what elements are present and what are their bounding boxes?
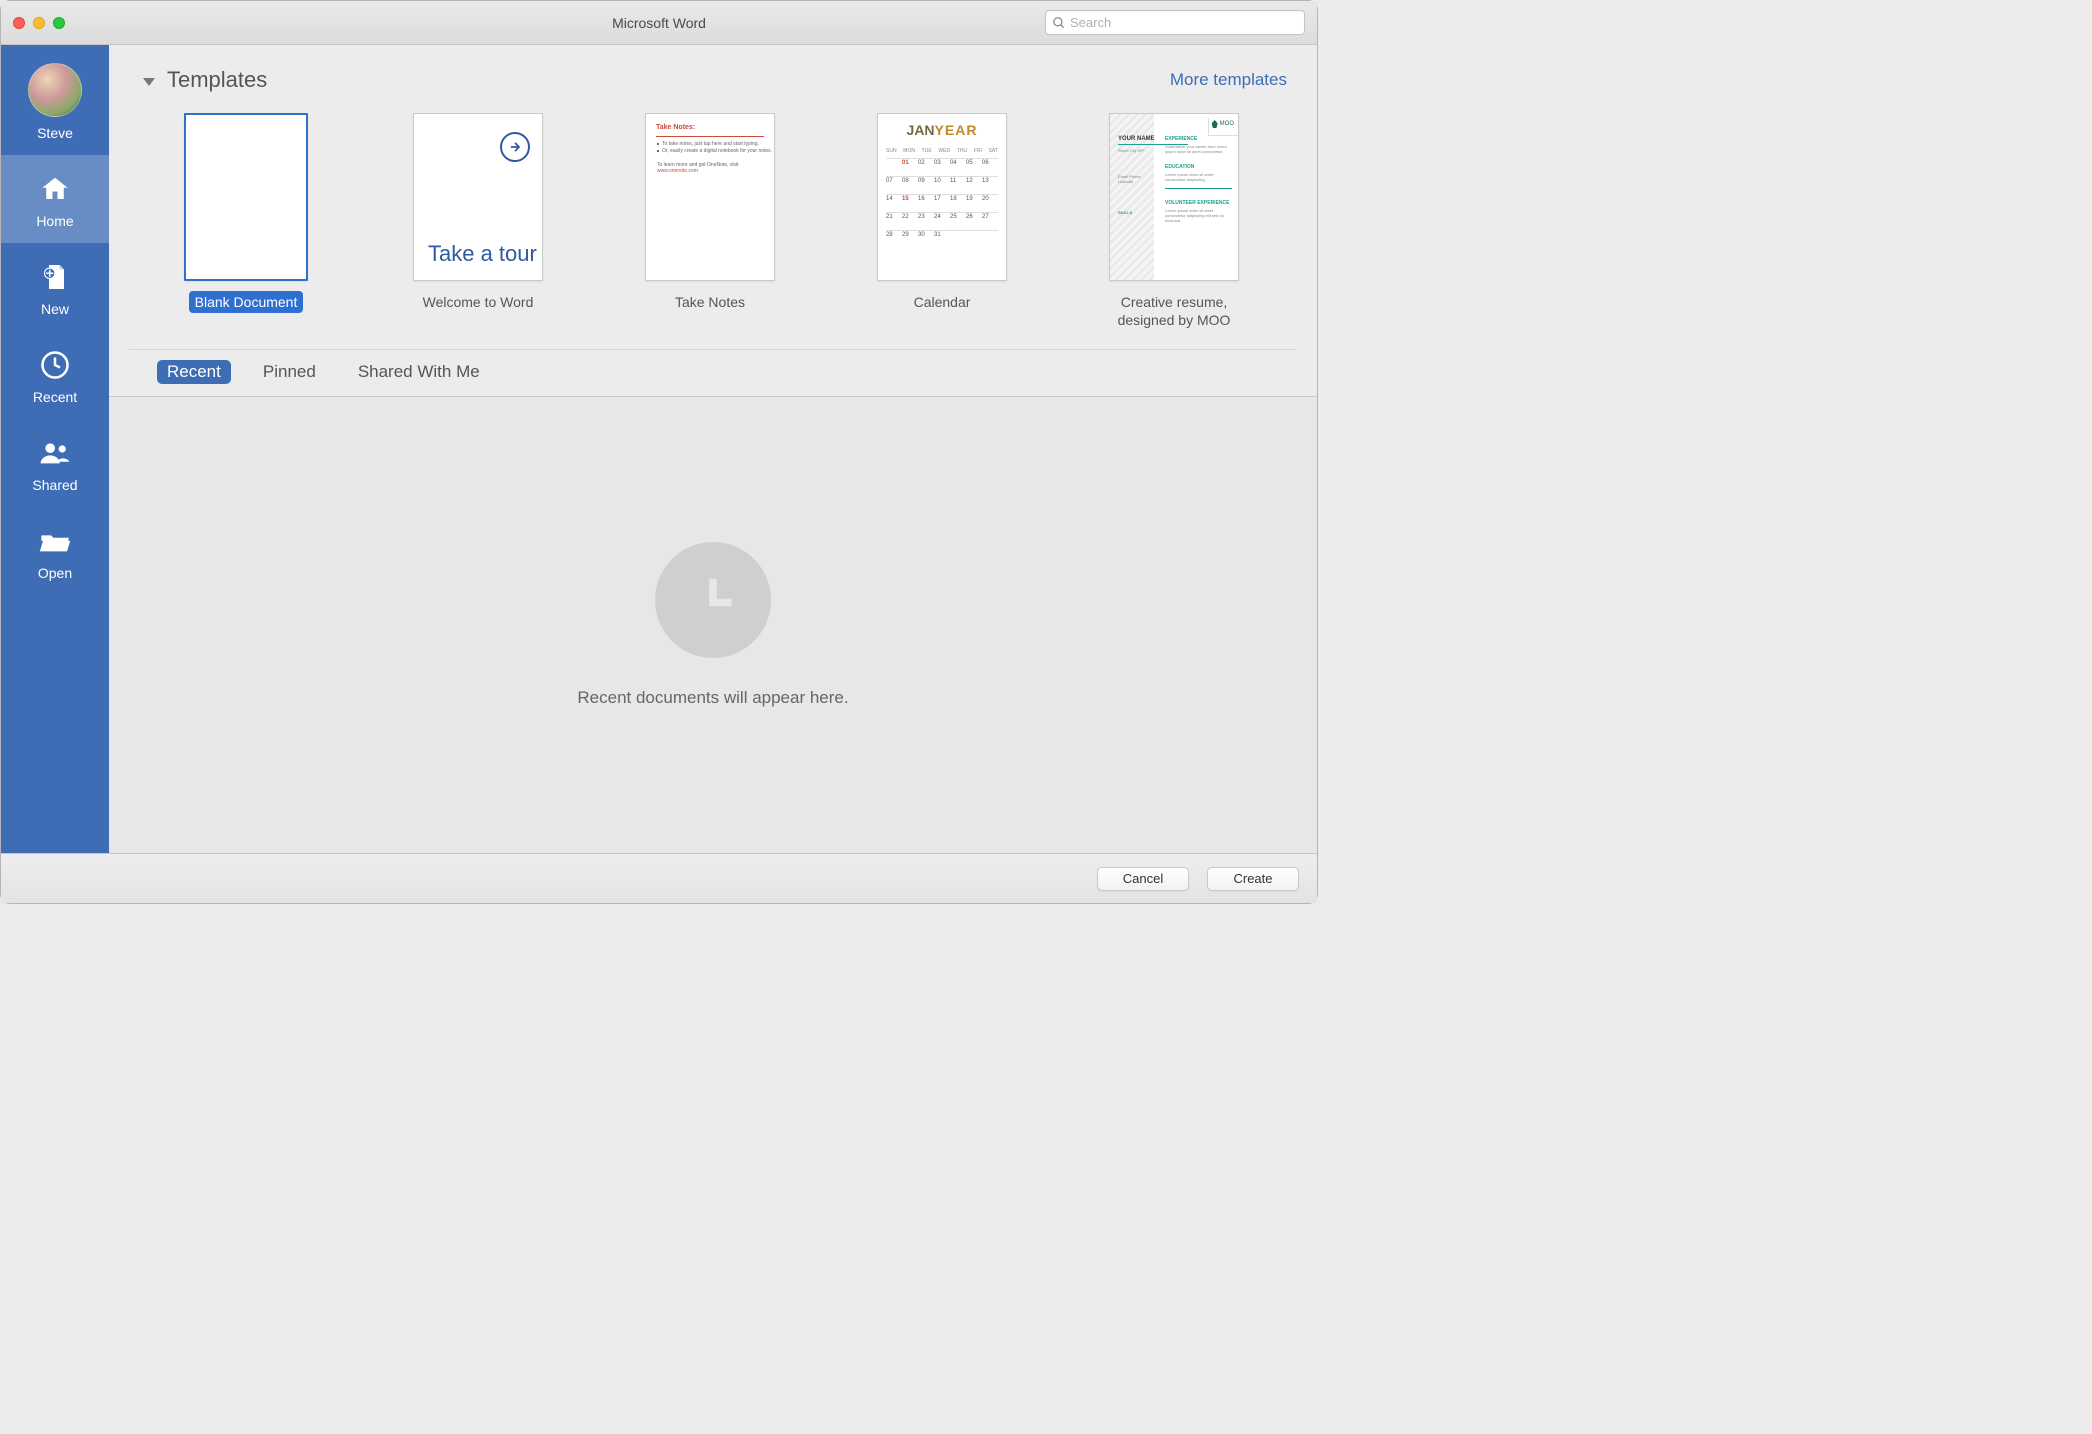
sidebar-item-home[interactable]: Home (1, 155, 109, 243)
sidebar-label-home: Home (36, 213, 73, 229)
search-icon (1052, 16, 1066, 30)
sidebar-label-new: New (41, 301, 69, 317)
footer: Cancel Create (1, 853, 1317, 903)
disclosure-triangle-icon[interactable] (143, 78, 155, 86)
template-welcome-to-word[interactable]: Take a tour Welcome to Word (413, 113, 543, 331)
arrow-right-circle-icon (500, 132, 530, 162)
template-thumb (184, 113, 308, 281)
clock-large-icon (655, 542, 771, 658)
templates-row: Blank Document Take a tour Welcome to Wo… (129, 101, 1297, 350)
calendar-weekdays: SUNMONTUEWEDTHUFRISAT (886, 148, 998, 154)
template-thumb-text: Take a tour (428, 242, 537, 266)
cancel-button[interactable]: Cancel (1097, 867, 1189, 891)
window-controls (13, 17, 65, 29)
sidebar-item-recent[interactable]: Recent (1, 331, 109, 419)
templates-heading: Templates (167, 67, 267, 93)
content-area: Templates More templates Blank Document … (109, 45, 1317, 853)
create-button[interactable]: Create (1207, 867, 1299, 891)
sidebar: Steve Home New Recent Shared (1, 45, 109, 853)
sidebar-item-open[interactable]: Open (1, 507, 109, 595)
template-label: Blank Document (189, 291, 304, 313)
template-label: Creative resume, designed by MOO (1109, 291, 1239, 331)
template-creative-resume[interactable]: MOO YOUR NAME Street City ZIP EXPERIENCE… (1109, 113, 1239, 331)
titlebar: Microsoft Word (1, 1, 1317, 45)
template-thumb: MOO YOUR NAME Street City ZIP EXPERIENCE… (1109, 113, 1239, 281)
template-thumb: Take a tour (413, 113, 543, 281)
folder-open-icon (39, 525, 71, 557)
close-window-button[interactable] (13, 17, 25, 29)
template-blank-document[interactable]: Blank Document (181, 113, 311, 331)
sidebar-label-open: Open (38, 565, 72, 581)
template-thumb-title: Take Notes: (656, 124, 695, 131)
template-thumb: JANYEAR SUNMONTUEWEDTHUFRISAT 0102030405… (877, 113, 1007, 281)
tab-pinned[interactable]: Pinned (253, 360, 326, 384)
user-name: Steve (37, 125, 73, 141)
tab-shared-with-me[interactable]: Shared With Me (348, 360, 490, 384)
avatar (28, 63, 82, 117)
template-label: Welcome to Word (417, 291, 540, 313)
clock-icon (39, 349, 71, 381)
fullscreen-window-button[interactable] (53, 17, 65, 29)
sidebar-item-new[interactable]: New (1, 243, 109, 331)
window-title: Microsoft Word (612, 15, 706, 31)
minimize-window-button[interactable] (33, 17, 45, 29)
new-document-icon (39, 261, 71, 293)
template-label: Take Notes (669, 291, 751, 313)
recent-empty-message: Recent documents will appear here. (577, 688, 848, 708)
sidebar-label-recent: Recent (33, 389, 77, 405)
sidebar-label-shared: Shared (32, 477, 77, 493)
more-templates-link[interactable]: More templates (1170, 70, 1287, 90)
template-label: Calendar (908, 291, 977, 313)
template-thumb: Take Notes: To take notes, just tap here… (645, 113, 775, 281)
sidebar-user[interactable]: Steve (1, 45, 109, 155)
recent-documents-area: Recent documents will appear here. (109, 397, 1317, 853)
tab-recent[interactable]: Recent (157, 360, 231, 384)
template-take-notes[interactable]: Take Notes: To take notes, just tap here… (645, 113, 775, 331)
template-calendar[interactable]: JANYEAR SUNMONTUEWEDTHUFRISAT 0102030405… (877, 113, 1007, 331)
search-input[interactable] (1070, 15, 1298, 30)
templates-header: Templates More templates (109, 45, 1317, 101)
sidebar-item-shared[interactable]: Shared (1, 419, 109, 507)
search-field-wrap[interactable] (1045, 10, 1305, 35)
home-icon (39, 173, 71, 205)
people-icon (39, 437, 71, 469)
tabs-row: Recent Pinned Shared With Me (109, 350, 1317, 397)
